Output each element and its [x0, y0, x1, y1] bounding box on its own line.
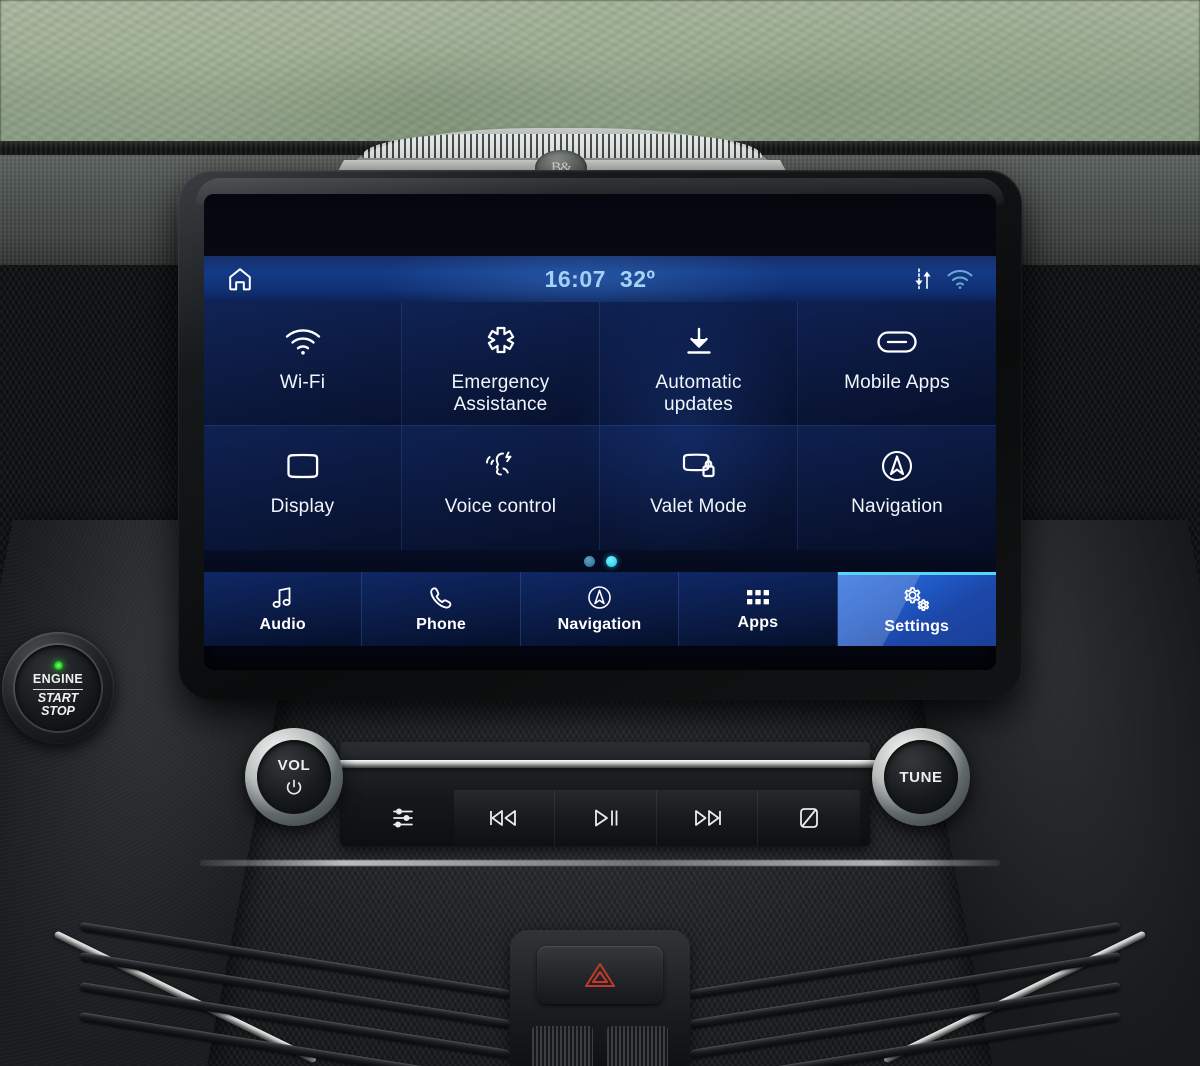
medical-asterisk-icon — [483, 318, 519, 366]
nav-item-settings[interactable]: Settings — [837, 572, 996, 646]
link-icon — [876, 318, 918, 366]
nav-label-apps: Apps — [737, 613, 779, 631]
touchscreen-display[interactable]: 16:07 32º Wi-Fi Emergency Assistance Aut… — [204, 194, 996, 670]
tile-wifi[interactable]: Wi-Fi — [204, 302, 402, 426]
emergency-line-1: Emergency — [451, 372, 550, 393]
screen-off-button[interactable] — [758, 790, 860, 846]
wifi-icon — [946, 268, 974, 290]
console-grip-left[interactable] — [532, 1026, 593, 1066]
outside-temperature: 32º — [619, 265, 656, 292]
screen-icon — [283, 442, 323, 490]
tile-valet-mode[interactable]: Valet Mode — [600, 426, 798, 550]
compass-arrow-icon — [879, 442, 915, 490]
control-panel-chrome-strip — [330, 760, 882, 768]
tune-knob-label: TUNE — [899, 768, 943, 786]
page-dot-1[interactable] — [583, 555, 595, 567]
tile-label-wifi: Wi-Fi — [279, 372, 326, 393]
screen-off-icon — [800, 808, 819, 828]
tile-display[interactable]: Display — [204, 426, 402, 550]
previous-track-icon — [489, 810, 516, 826]
hazard-lights-button[interactable] — [537, 946, 663, 1004]
tile-label-navigation: Navigation — [851, 496, 943, 517]
nav-label-settings: Settings — [884, 618, 950, 635]
screen-top-letterbox — [204, 194, 996, 256]
tile-label-emergency-assistance: Emergency Assistance — [452, 372, 550, 415]
tile-mobile-apps[interactable]: Mobile Apps — [798, 302, 996, 426]
status-bar-left — [226, 265, 346, 293]
tile-label-mobile-apps: Mobile Apps — [844, 372, 950, 393]
phone-handset-icon — [428, 585, 454, 611]
grid-apps-icon — [745, 587, 771, 609]
tile-label-automatic-updates: Automatic updates — [655, 372, 741, 415]
previous-track-button[interactable] — [453, 790, 556, 846]
bottom-navigation-bar: Audio Phone Navigation Apps Settings — [204, 572, 996, 646]
wifi-icon — [283, 318, 323, 366]
power-icon — [286, 779, 302, 795]
engine-start-stop-button[interactable]: ENGINE START STOP — [2, 632, 114, 744]
page-indicator-dots — [204, 550, 996, 572]
data-transfer-icon — [912, 266, 934, 292]
gears-icon — [902, 585, 932, 613]
clock-time: 16:07 — [544, 265, 606, 292]
start-label: START — [37, 690, 79, 705]
tile-voice-control[interactable]: Voice control — [402, 426, 600, 550]
start-stop-label: START STOP — [37, 690, 79, 719]
nav-item-audio[interactable]: Audio — [204, 572, 363, 646]
nav-label-audio: Audio — [259, 615, 306, 633]
tile-emergency-assistance[interactable]: Emergency Assistance — [402, 302, 600, 426]
status-bar: 16:07 32º — [204, 256, 996, 302]
engine-button-face: ENGINE START STOP — [15, 645, 101, 731]
screen-lock-icon — [679, 442, 719, 490]
engine-label: ENGINE — [32, 672, 84, 690]
tile-label-voice-control: Voice control — [444, 496, 557, 517]
settings-tile-grid: Wi-Fi Emergency Assistance Automatic upd… — [204, 277, 996, 575]
console-grip-right[interactable] — [607, 1026, 668, 1066]
next-track-icon — [695, 810, 721, 826]
tile-label-display: Display — [270, 496, 335, 517]
car-dashboard-scene: B& 16:07 32º Wi-Fi Emergency Assistance … — [0, 0, 1200, 1066]
nav-item-navigation[interactable]: Navigation — [520, 572, 680, 646]
compass-arrow-icon — [586, 584, 613, 611]
nav-label-phone: Phone — [416, 615, 467, 633]
voice-head-icon — [481, 442, 521, 490]
volume-knob-label: VOL — [277, 757, 311, 774]
nav-item-phone[interactable]: Phone — [362, 572, 521, 646]
tune-knob[interactable]: TUNE — [872, 728, 970, 826]
volume-knob[interactable]: VOL — [245, 728, 343, 826]
next-track-button[interactable] — [656, 790, 759, 846]
console-grip-buttons[interactable] — [532, 1026, 668, 1066]
volume-knob-face: VOL — [257, 740, 331, 814]
emergency-line-2: Assistance — [453, 393, 548, 415]
status-bar-right — [854, 266, 974, 292]
tile-label-valet-mode: Valet Mode — [650, 496, 747, 517]
engine-status-led — [53, 661, 63, 671]
tune-knob-face: TUNE — [884, 740, 958, 814]
home-icon[interactable] — [226, 265, 254, 293]
infotainment-head-unit: 16:07 32º Wi-Fi Emergency Assistance Aut… — [178, 170, 1022, 700]
updates-line-2: updates — [663, 393, 733, 415]
nav-label-navigation: Navigation — [557, 616, 642, 633]
music-note-icon — [270, 585, 296, 611]
sliders-icon — [392, 808, 413, 828]
equalizer-button[interactable] — [352, 790, 454, 846]
download-icon — [682, 318, 716, 366]
tile-navigation[interactable]: Navigation — [798, 426, 996, 550]
hazard-triangle-icon — [585, 963, 615, 987]
lower-bezel-chrome — [200, 860, 1000, 866]
page-dot-2[interactable] — [605, 555, 617, 567]
center-console-housing — [510, 930, 690, 1066]
updates-line-1: Automatic — [655, 372, 742, 393]
media-control-buttons — [352, 790, 860, 846]
play-pause-icon — [595, 809, 618, 827]
status-bar-center: 16:07 32º — [346, 266, 854, 293]
tile-automatic-updates[interactable]: Automatic updates — [600, 302, 798, 426]
stop-label: STOP — [41, 704, 75, 719]
nav-item-apps[interactable]: Apps — [679, 572, 838, 646]
play-pause-button[interactable] — [555, 790, 657, 846]
